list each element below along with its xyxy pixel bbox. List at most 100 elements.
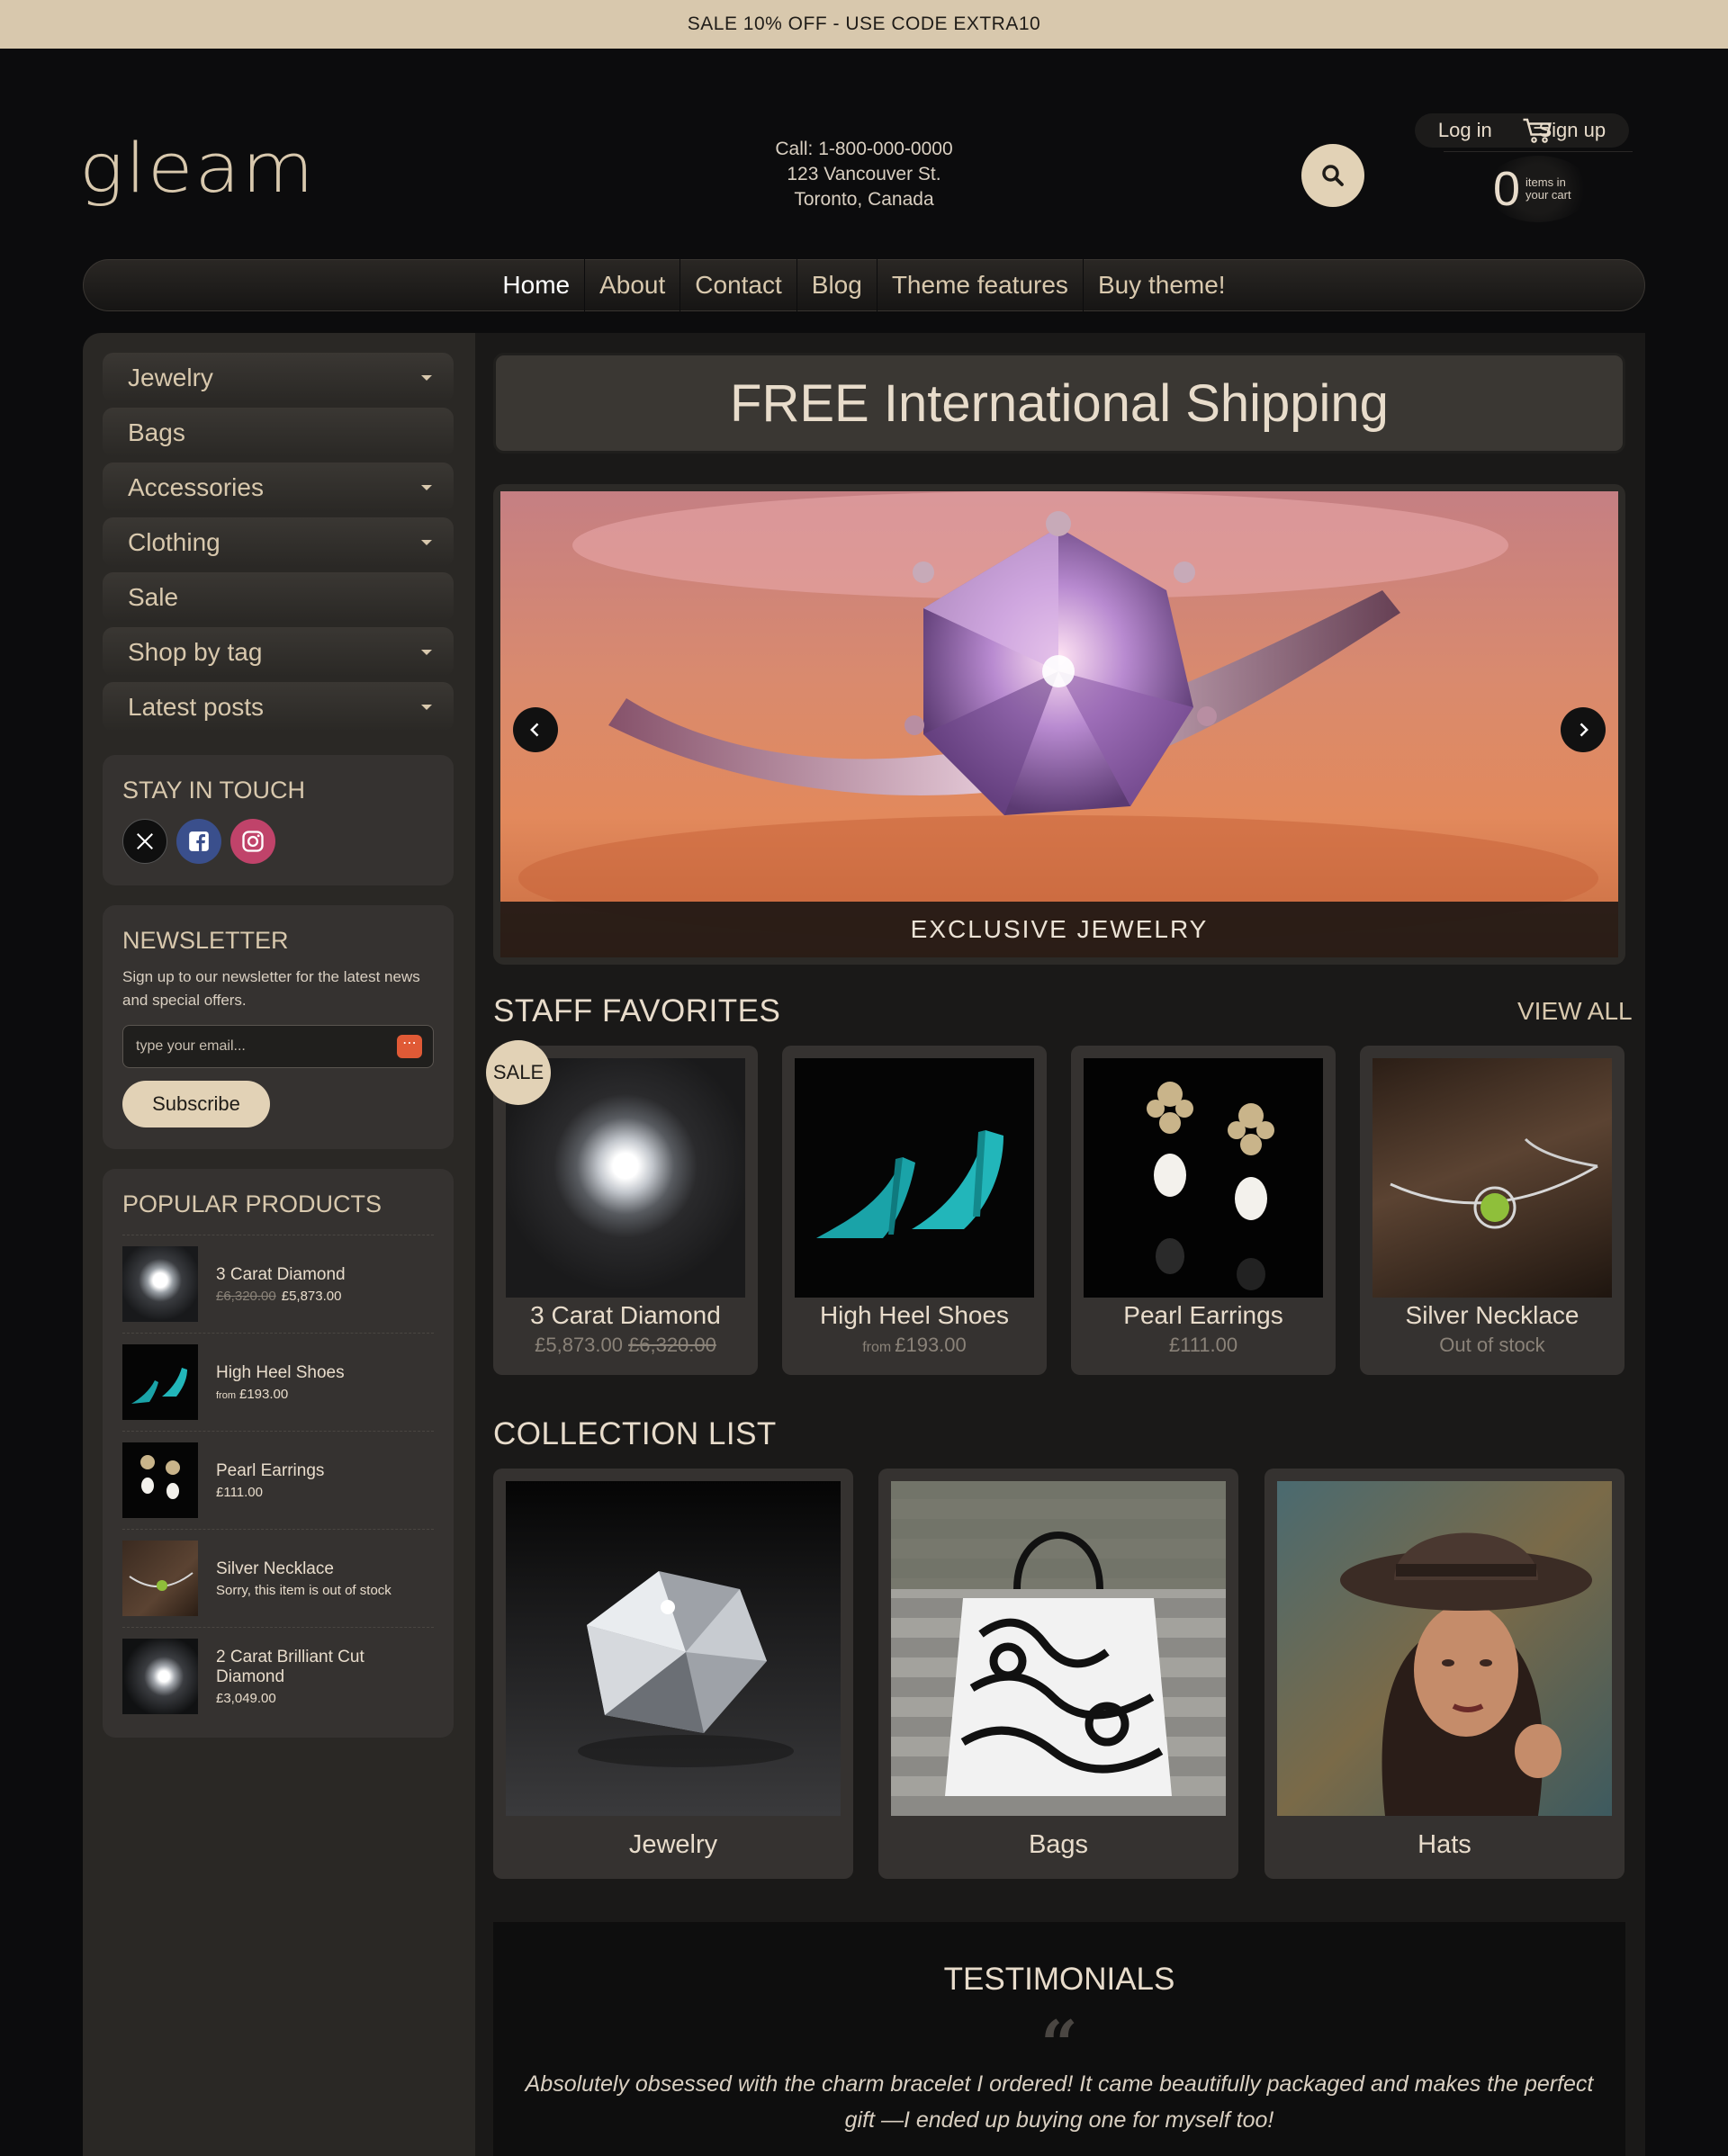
contact-phone: Call: 1-800-000-0000	[775, 139, 953, 159]
sidebar-item-label: Accessories	[128, 472, 264, 501]
popular-thumb-necklace	[122, 1541, 198, 1616]
necklace-image	[1390, 1137, 1598, 1229]
newsletter-widget: NEWSLETTER Sign up to our newsletter for…	[103, 905, 454, 1149]
hero-slider: EXCLUSIVE JEWELRY	[493, 484, 1625, 965]
sidebar-item-shop-by-tag[interactable]: Shop by tag	[103, 627, 454, 677]
product-card[interactable]: Silver Necklace Out of stock	[1360, 1046, 1624, 1375]
caret-down-icon	[421, 649, 432, 655]
slide-caption: EXCLUSIVE JEWELRY	[500, 902, 1618, 957]
popular-current-price: £111.00	[216, 1484, 263, 1500]
nav-blog[interactable]: Blog	[796, 259, 877, 311]
necklace-image	[129, 1572, 194, 1591]
cart[interactable]: 0 items in your cart	[1440, 117, 1636, 243]
product-price: from £193.00	[782, 1334, 1047, 1357]
popular-name: Silver Necklace	[216, 1559, 334, 1578]
product-price: £5,873.00 £6,320.00	[493, 1334, 758, 1357]
subscribe-button[interactable]: Subscribe	[122, 1081, 270, 1127]
collection-card-hats[interactable]: Hats	[1264, 1469, 1624, 1879]
popular-item[interactable]: Silver Necklace Sorry, this item is out …	[122, 1529, 434, 1627]
popular-item[interactable]: Pearl Earrings £111.00	[122, 1431, 434, 1529]
social-links	[122, 819, 434, 864]
product-card[interactable]: High Heel Shoes from £193.00	[782, 1046, 1047, 1375]
product-current-price: £111.00	[1168, 1334, 1238, 1356]
slider-next-button[interactable]	[1561, 707, 1606, 752]
sidebar-item-jewelry[interactable]: Jewelry	[103, 353, 454, 402]
popular-price: Sorry, this item is out of stock	[216, 1583, 392, 1598]
product-title: Pearl Earrings	[1123, 1301, 1283, 1329]
sidebar-item-bags[interactable]: Bags	[103, 408, 454, 457]
popular-products-title: POPULAR PRODUCTS	[122, 1190, 382, 1217]
search-button[interactable]	[1301, 144, 1364, 207]
cart-divider	[1444, 151, 1633, 152]
popular-name: High Heel Shoes	[216, 1362, 345, 1382]
sidebar-item-latest-posts[interactable]: Latest posts	[103, 682, 454, 732]
product-image-earrings	[1084, 1058, 1323, 1298]
sidebar-item-label: Sale	[128, 582, 179, 611]
collection-card-jewelry[interactable]: Jewelry	[493, 1469, 853, 1879]
popular-price: £111.00	[216, 1485, 324, 1500]
product-price: Out of stock	[1360, 1334, 1624, 1357]
contact-info: Call: 1-800-000-0000 123 Vancouver St. T…	[684, 137, 1044, 212]
newsletter-title: NEWSLETTER	[122, 927, 289, 954]
popular-name: Pearl Earrings	[216, 1460, 325, 1480]
product-price: £111.00	[1071, 1334, 1336, 1357]
ring-image	[518, 491, 1598, 941]
caret-down-icon	[421, 484, 432, 490]
search-icon	[1322, 165, 1344, 186]
instagram-icon	[242, 831, 264, 852]
popular-thumb-diamond	[122, 1246, 198, 1322]
product-stock-status: Out of stock	[1439, 1334, 1545, 1356]
popular-info: Pearl Earrings £111.00	[216, 1461, 324, 1500]
popular-price: from £193.00	[216, 1387, 345, 1402]
caret-down-icon	[421, 374, 432, 381]
logo[interactable]: gleam	[79, 130, 316, 208]
sidebar-item-label: Bags	[128, 418, 185, 446]
popular-name: 2 Carat Brilliant Cut Diamond	[216, 1647, 364, 1686]
collection-title: Hats	[1418, 1830, 1472, 1859]
shoe-image	[131, 1368, 187, 1404]
shoe-image	[816, 1130, 1004, 1238]
collection-card-bags[interactable]: Bags	[878, 1469, 1238, 1879]
sidebar: Jewelry Bags Accessories Clothing Sale S…	[103, 353, 454, 1738]
instagram-link[interactable]	[230, 819, 275, 864]
collection-title: Bags	[1028, 1830, 1089, 1859]
nav-home[interactable]: Home	[488, 259, 584, 311]
stay-in-touch-widget: STAY IN TOUCH	[103, 755, 454, 885]
popular-price: £6,320.00 £5,873.00	[216, 1289, 346, 1304]
nav-about[interactable]: About	[584, 259, 680, 311]
email-field[interactable]	[136, 1038, 370, 1055]
sidebar-item-label: Jewelry	[128, 363, 213, 391]
nav-contact[interactable]: Contact	[680, 259, 796, 311]
nav-theme-features[interactable]: Theme features	[876, 259, 1083, 311]
password-manager-icon[interactable]: ⋯	[397, 1035, 422, 1058]
view-all-link[interactable]: VIEW ALL	[1517, 997, 1633, 1026]
contact-city: Toronto, Canada	[794, 189, 934, 210]
nav-buy-theme[interactable]: Buy theme!	[1082, 259, 1240, 311]
popular-thumb-shoes	[122, 1344, 198, 1420]
facebook-link[interactable]	[176, 819, 221, 864]
popular-old-price: £6,320.00	[216, 1288, 276, 1304]
testimonials-title: TESTIMONIALS	[943, 1962, 1175, 1997]
popular-current-price: £5,873.00	[281, 1288, 342, 1304]
popular-info: Silver Necklace Sorry, this item is out …	[216, 1559, 392, 1598]
product-image-shoes	[795, 1058, 1034, 1298]
product-card[interactable]: Pearl Earrings £111.00	[1071, 1046, 1336, 1375]
sidebar-item-clothing[interactable]: Clothing	[103, 517, 454, 567]
sidebar-item-sale[interactable]: Sale	[103, 572, 454, 622]
product-current-price: £193.00	[895, 1334, 967, 1356]
popular-item[interactable]: High Heel Shoes from £193.00	[122, 1333, 434, 1431]
cart-label: items in your cart	[1526, 175, 1571, 202]
hero-slide-image[interactable]: EXCLUSIVE JEWELRY	[500, 491, 1618, 957]
popular-item[interactable]: 3 Carat Diamond £6,320.00 £5,873.00	[122, 1235, 434, 1333]
sidebar-item-accessories[interactable]: Accessories	[103, 463, 454, 512]
product-title: High Heel Shoes	[819, 1301, 1010, 1329]
caret-down-icon	[421, 704, 432, 710]
x-link[interactable]	[122, 819, 167, 864]
diamond-image	[578, 1571, 794, 1767]
facebook-icon	[189, 831, 209, 851]
product-title: 3 Carat Diamond	[530, 1301, 721, 1329]
slider-prev-button[interactable]	[513, 707, 558, 752]
popular-item[interactable]: 2 Carat Brilliant Cut Diamond £3,049.00	[122, 1627, 434, 1725]
sidebar-item-label: Clothing	[128, 527, 220, 556]
bag-image	[891, 1481, 1226, 1796]
